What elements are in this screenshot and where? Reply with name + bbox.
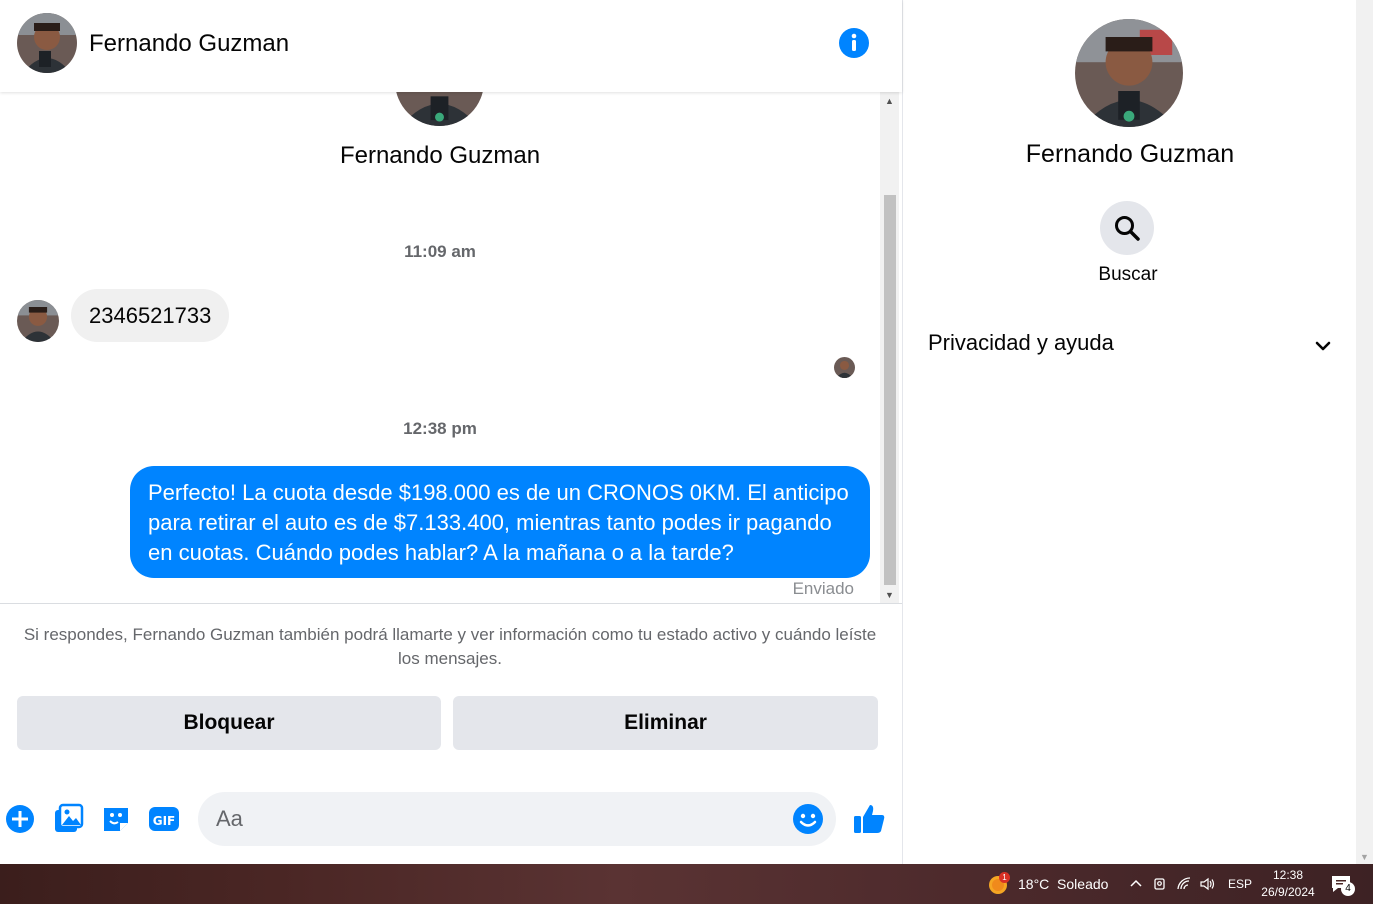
- gif-icon[interactable]: GIF: [147, 802, 181, 836]
- plus-icon[interactable]: [3, 802, 37, 836]
- seen-indicator-avatar: [834, 357, 855, 378]
- profile-avatar[interactable]: [1075, 19, 1183, 127]
- emoji-icon[interactable]: [792, 803, 824, 835]
- image-icon[interactable]: [51, 802, 85, 836]
- privacy-section-toggle[interactable]: Privacidad y ayuda: [928, 330, 1333, 362]
- sent-message[interactable]: Perfecto! La cuota desde $198.000 es de …: [130, 466, 870, 578]
- scroll-down-arrow[interactable]: ▼: [880, 586, 899, 604]
- received-message[interactable]: 2346521733: [71, 289, 230, 342]
- chevron-down-icon: [1313, 336, 1333, 356]
- reply-notice: Si respondes, Fernando Guzman también po…: [23, 625, 877, 668]
- block-button[interactable]: Bloquear: [17, 696, 441, 750]
- clock-time[interactable]: 12:38: [1262, 868, 1314, 882]
- delete-button[interactable]: Eliminar: [453, 696, 878, 750]
- weather-text[interactable]: 18°C Soleado: [1018, 876, 1108, 892]
- scroll-up-arrow[interactable]: ▲: [880, 92, 899, 110]
- sender-avatar[interactable]: [17, 300, 59, 342]
- like-icon[interactable]: [851, 801, 887, 837]
- info-icon[interactable]: [838, 27, 870, 59]
- contact-name[interactable]: Fernando Guzman: [89, 30, 289, 58]
- profile-name-top: Fernando Guzman: [339, 142, 541, 169]
- volume-icon[interactable]: [1199, 876, 1215, 892]
- tray-expand-icon[interactable]: [1128, 876, 1144, 892]
- contact-avatar[interactable]: [17, 13, 77, 73]
- language-indicator[interactable]: ESP: [1228, 877, 1252, 891]
- message-status: Enviado: [792, 579, 854, 598]
- message-timestamp: 12:38 pm: [403, 419, 477, 438]
- chat-header: Fernando Guzman: [0, 0, 902, 92]
- search-icon: [1115, 216, 1140, 241]
- page-scroll-down-arrow[interactable]: ▼: [1356, 852, 1373, 862]
- message-input[interactable]: [198, 792, 778, 846]
- weather-badge: 1: [999, 872, 1010, 883]
- message-list: Fernando Guzman 11:09 am 2346521733 12:3…: [0, 92, 880, 604]
- privacy-label: Privacidad y ayuda: [928, 330, 1114, 355]
- divider: [0, 603, 902, 604]
- profile-name: Fernando Guzman: [1025, 140, 1235, 168]
- svg-text:GIF: GIF: [153, 814, 176, 828]
- search-button[interactable]: [1100, 201, 1154, 255]
- notification-count: 4: [1341, 882, 1355, 896]
- profile-panel: Fernando Guzman Buscar Privacidad y ayud…: [902, 0, 1356, 864]
- search-label[interactable]: Buscar: [903, 264, 1353, 286]
- taskbar: 1 18°C Soleado ESP 12:38 26/9/2024 4: [0, 864, 1373, 904]
- message-timestamp: 11:09 am: [404, 242, 476, 261]
- meet-now-icon[interactable]: [1152, 876, 1168, 892]
- profile-avatar-top: [395, 92, 484, 126]
- clock-date[interactable]: 26/9/2024: [1256, 885, 1320, 899]
- page-scrollbar[interactable]: ▼: [1356, 0, 1373, 864]
- message-scrollbar[interactable]: ▲ ▼: [880, 92, 899, 604]
- chat-panel: Fernando Guzman Fernando Guzman 11:09 am…: [0, 0, 902, 864]
- wifi-icon[interactable]: [1176, 876, 1192, 892]
- sticker-icon[interactable]: [99, 802, 133, 836]
- scroll-thumb[interactable]: [884, 195, 896, 585]
- composer: [198, 792, 836, 846]
